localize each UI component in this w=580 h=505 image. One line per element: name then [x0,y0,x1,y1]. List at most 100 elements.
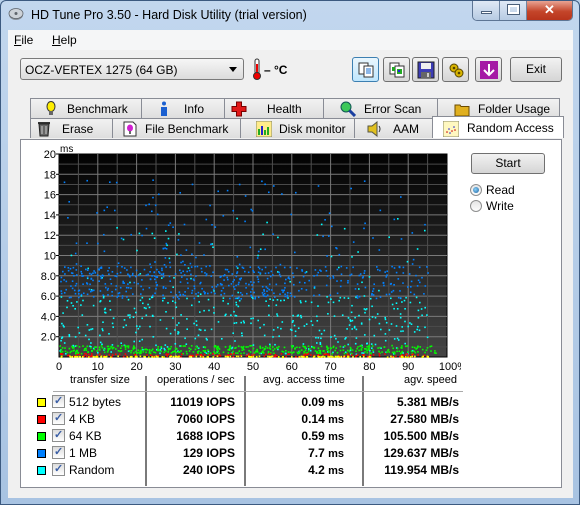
copy-screenshot-button[interactable] [383,57,410,82]
save-button[interactable] [412,57,439,82]
scatter-point-random [233,322,236,324]
tab-health[interactable]: Health [224,98,324,118]
scatter-point-1-mb [233,279,235,281]
y-tick-label: 10 [44,251,56,263]
scatter-point-1-mb [325,270,328,272]
scatter-point-1-mb [410,280,413,283]
scatter-point-random [104,307,107,310]
scatter-point-random [178,322,180,324]
drive-select[interactable]: OCZ-VERTEX 1275 (64 GB) [20,58,244,80]
scatter-point-64-kb [167,347,170,350]
series-checkbox[interactable] [52,394,65,408]
scatter-point-1-mb [364,222,366,225]
disk-monitor-icon [256,121,272,137]
scatter-point-1-mb [188,269,191,272]
scatter-point-random [269,343,271,346]
copy-text-button[interactable] [352,57,379,82]
scatter-point-512-bytes [298,356,301,358]
tab-aam[interactable]: AAM [354,118,433,138]
scatter-point-1-mb [142,288,144,291]
scatter-point-1-mb [127,287,130,289]
scatter-point-random [197,295,199,297]
scatter-point-64-kb [252,347,255,350]
scatter-point-64-kb [196,351,199,353]
start-button[interactable]: Start [471,153,545,174]
scatter-point-1-mb [358,274,361,277]
scatter-point-1-mb [186,282,189,284]
scatter-point-64-kb [229,345,231,347]
tab-benchmark[interactable]: Benchmark [30,98,142,118]
scatter-point-1-mb [175,294,178,296]
scatter-point-64-kb [124,346,127,348]
scatter-point-random [102,296,105,299]
scatter-point-random [265,300,267,302]
scatter-point-1-mb [326,275,329,277]
scatter-point-1-mb [256,276,259,278]
scatter-point-1-mb [143,268,146,271]
scatter-point-1-mb [81,272,83,275]
scatter-point-64-kb [336,351,339,354]
menu-help[interactable]: Help [52,33,77,47]
scatter-point-random [174,329,176,331]
scatter-point-1-mb [240,298,242,300]
scatter-point-1-mb [108,267,110,269]
scatter-point-64-kb [273,348,276,350]
menu-file[interactable]: File [14,33,33,47]
scatter-point-1-mb [345,267,348,269]
scatter-point-random [326,296,328,298]
scatter-point-1-mb [137,282,139,285]
scatter-point-1-mb [180,261,182,264]
scatter-point-64-kb [358,349,360,352]
title-bar[interactable]: HD Tune Pro 3.50 - Hard Disk Utility (tr… [1,1,579,30]
scatter-point-64-kb [267,350,270,353]
scatter-point-random [221,338,223,340]
series-checkbox[interactable] [52,428,65,442]
scatter-point-64-kb [434,350,436,352]
client-area: File Help OCZ-VERTEX 1275 (64 GB) – °C E [8,30,573,498]
scatter-point-1-mb [161,267,163,270]
tab-disk-monitor[interactable]: Disk monitor [240,118,355,138]
scatter-point-4-kb [111,354,114,356]
tab-info[interactable]: Info [141,98,225,118]
options-button[interactable] [442,57,469,82]
scatter-point-64-kb [61,350,64,353]
scatter-point-random [416,248,419,250]
scatter-point-random [374,343,377,346]
scatter-point-random [110,351,112,353]
tab-random-access[interactable]: Random Access [432,116,564,138]
scatter-point-4-kb [268,353,270,355]
tab-error-scan[interactable]: Error Scan [323,98,438,118]
scatter-point-64-kb [157,348,159,350]
scatter-point-512-bytes [278,356,280,358]
scatter-point-random [232,332,234,334]
series-checkbox[interactable] [52,411,65,425]
scatter-point-4-kb [384,353,386,355]
scatter-point-512-bytes [169,356,171,358]
speed-value: 105.500 MB/s [383,429,459,443]
scatter-point-64-kb [304,349,307,352]
exit-button[interactable]: Exit [510,57,562,82]
scatter-point-random [139,273,142,275]
minimize-button[interactable] [473,1,500,20]
scatter-point-random [347,317,350,319]
close-button[interactable]: ✕ [527,1,572,20]
series-checkbox[interactable] [52,445,65,459]
menu-bar: File Help [8,30,573,50]
download-button[interactable] [475,57,502,82]
scatter-point-random [302,343,305,345]
scatter-point-64-kb [396,350,398,353]
scatter-point-64-kb [297,352,299,355]
scatter-point-1-mb [407,286,409,288]
tab-folder-usage[interactable]: Folder Usage [437,98,560,118]
scatter-point-1-mb [70,272,73,274]
scatter-point-64-kb [256,350,259,352]
tab-erase[interactable]: Erase [30,118,113,138]
scatter-point-1-mb [106,206,108,208]
scatter-point-1-mb [350,273,353,276]
maximize-button[interactable] [500,1,527,20]
tab-file-benchmark[interactable]: File Benchmark [112,118,241,138]
scatter-point-random [424,326,426,329]
series-checkbox[interactable] [52,462,65,476]
scatter-point-1-mb [261,292,264,294]
scatter-point-random [327,301,330,304]
